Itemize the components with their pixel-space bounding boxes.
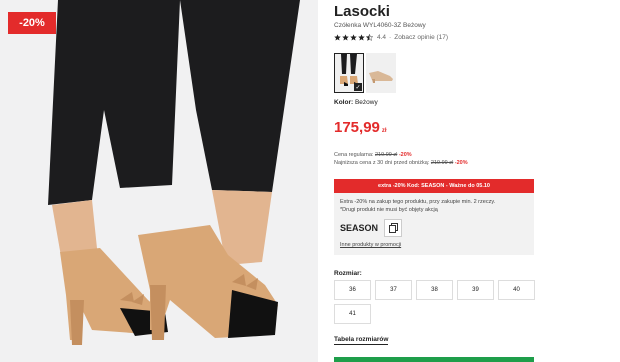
color-label: Kolor: bbox=[334, 99, 354, 106]
color-variants: ✓ bbox=[334, 53, 396, 93]
promo-description: Extra -20% na zakup tego produktu, przy … bbox=[340, 199, 496, 205]
lowest-price: Najniższa cena z 30 dni przed obniżką: 2… bbox=[334, 160, 468, 166]
star-half-icon bbox=[366, 34, 373, 41]
variant-photo bbox=[366, 53, 396, 93]
price-currency: zł bbox=[381, 128, 387, 134]
lowest-price-label: Najniższa cena z 30 dni przed obniżką: bbox=[334, 160, 430, 166]
size-option-36[interactable]: 36 bbox=[334, 280, 371, 300]
promo-box: extra -20% Kod: SEASON - Ważne do 05.10 … bbox=[334, 179, 534, 255]
promo-code: SEASON bbox=[340, 219, 403, 237]
promo-products-link[interactable]: Inne produkty w promocji bbox=[340, 242, 401, 248]
color-value: Beżowy bbox=[354, 99, 378, 106]
price: 175,99 zł bbox=[334, 119, 387, 136]
size-option-41[interactable]: 41 bbox=[334, 304, 371, 324]
regular-price-value: 219.99 zł bbox=[374, 152, 398, 158]
star-icon bbox=[350, 34, 357, 41]
reviews-link[interactable]: Zobacz opinie (17) bbox=[394, 34, 448, 41]
brand-title[interactable]: Lasocki bbox=[334, 3, 390, 20]
size-options: 36 37 38 39 40 41 bbox=[334, 280, 538, 324]
regular-price-discount: -20% bbox=[398, 152, 412, 158]
model-name: Czółenka WYL4060-3Z Beżowy bbox=[334, 22, 426, 29]
star-rating bbox=[334, 34, 373, 41]
rating-separator: · bbox=[389, 34, 392, 41]
size-option-40[interactable]: 40 bbox=[498, 280, 535, 300]
price-value: 175,99 bbox=[334, 119, 380, 136]
rating: 4.4 · Zobacz opinie (17) bbox=[334, 34, 448, 41]
size-label: Rozmiar: bbox=[334, 270, 362, 277]
add-to-cart-button[interactable] bbox=[334, 357, 534, 362]
size-option-39[interactable]: 39 bbox=[457, 280, 494, 300]
promo-code-text: SEASON bbox=[340, 223, 379, 233]
star-icon bbox=[334, 34, 341, 41]
promo-header: extra -20% Kod: SEASON - Ważne do 05.10 bbox=[334, 179, 534, 193]
regular-price-label: Cena regularna: bbox=[334, 152, 374, 158]
color-info: Kolor: Beżowy bbox=[334, 99, 378, 106]
copy-icon bbox=[388, 223, 398, 233]
size-option-38[interactable]: 38 bbox=[416, 280, 453, 300]
check-icon: ✓ bbox=[354, 83, 362, 91]
promo-note: *Drugi produkt nie musi być objęty akcją bbox=[340, 207, 438, 213]
product-photo-illustration bbox=[0, 0, 318, 362]
rating-value: 4.4 bbox=[377, 34, 387, 41]
regular-price: Cena regularna: 219.99 zł -20% bbox=[334, 152, 412, 158]
variant-thumbnail-selected[interactable]: ✓ bbox=[334, 53, 364, 93]
lowest-price-discount: -20% bbox=[454, 160, 468, 166]
size-option-37[interactable]: 37 bbox=[375, 280, 412, 300]
size-chart-link[interactable]: Tabela rozmiarów bbox=[334, 336, 389, 345]
star-icon bbox=[358, 34, 365, 41]
variant-thumbnail[interactable] bbox=[366, 53, 396, 93]
star-icon bbox=[342, 34, 349, 41]
lowest-price-value: 219.99 zł bbox=[430, 160, 454, 166]
copy-code-button[interactable] bbox=[384, 219, 403, 237]
product-image[interactable]: -20% bbox=[0, 0, 318, 362]
discount-badge: -20% bbox=[8, 12, 56, 34]
